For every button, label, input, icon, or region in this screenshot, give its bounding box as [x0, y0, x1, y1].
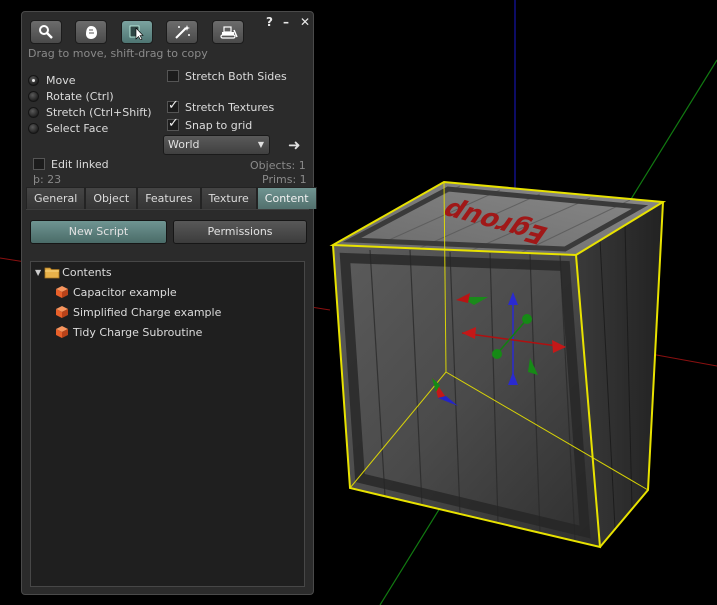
folder-icon	[44, 267, 60, 278]
radio-dot	[28, 90, 39, 102]
chevron-down-icon: ▼	[257, 140, 264, 149]
close-icon[interactable]: ✕	[300, 15, 310, 29]
mode-rotate-radio[interactable]: Rotate (Ctrl)	[28, 89, 114, 103]
item-label: Capacitor example	[73, 285, 177, 299]
land-impact: þ: 23	[33, 173, 62, 186]
grab-hand-icon	[86, 26, 97, 39]
object-cube-icon	[56, 326, 68, 338]
pointer-arrow-icon	[129, 25, 144, 40]
snap-to-grid-checkbox[interactable]: Snap to grid	[167, 116, 253, 132]
objects-count: Objects: 1	[250, 159, 306, 172]
tool-hint: Drag to move, shift-drag to copy	[28, 47, 208, 60]
bulldozer-icon	[220, 26, 238, 39]
tab-object[interactable]: Object	[85, 187, 138, 209]
crate-object[interactable]: Egroup	[329, 180, 667, 549]
list-item[interactable]: Tidy Charge Subroutine	[55, 324, 202, 340]
checkbox-box	[33, 158, 45, 170]
tab-features[interactable]: Features	[137, 187, 201, 209]
prims-count: Prims: 1	[262, 173, 307, 186]
radio-dot	[28, 122, 39, 134]
contents-folder-label: Contents	[62, 265, 112, 279]
grid-mode-dropdown[interactable]: World ▼	[163, 135, 270, 155]
mode-stretch-radio[interactable]: Stretch (Ctrl+Shift)	[28, 105, 152, 119]
land-tool-button[interactable]	[212, 20, 244, 44]
tab-texture[interactable]: Texture	[200, 187, 257, 209]
edit-linked-label: Edit linked	[51, 157, 109, 171]
focus-tool-button[interactable]	[30, 20, 62, 44]
mode-move-label: Move	[46, 73, 76, 87]
stretch-textures-checkbox[interactable]: Stretch Textures	[167, 98, 275, 114]
object-cube-icon	[56, 306, 68, 318]
contents-folder[interactable]: ▼ Contents	[35, 264, 112, 280]
checkbox-box	[167, 116, 179, 131]
new-script-button[interactable]: New Script	[30, 220, 167, 244]
mode-rotate-label: Rotate (Ctrl)	[46, 89, 114, 103]
mode-stretch-label: Stretch (Ctrl+Shift)	[46, 105, 152, 119]
stretch-both-sides-checkbox[interactable]: Stretch Both Sides	[167, 69, 287, 83]
list-item[interactable]: Capacitor example	[55, 284, 177, 300]
stretch-both-sides-label: Stretch Both Sides	[185, 69, 287, 83]
mode-select-face-radio[interactable]: Select Face	[28, 121, 108, 135]
list-item[interactable]: Simplified Charge example	[55, 304, 221, 320]
magnifier-icon	[39, 25, 53, 39]
checkbox-box	[167, 70, 179, 82]
minimize-icon[interactable]: –	[283, 15, 289, 29]
tab-general[interactable]: General	[26, 187, 86, 209]
permissions-button[interactable]: Permissions	[173, 220, 307, 244]
item-label: Tidy Charge Subroutine	[73, 325, 203, 339]
build-floater: ? – ✕ Drag to move, shift-drag to copy M…	[21, 11, 317, 595]
mode-move-radio[interactable]: Move	[28, 73, 76, 87]
expand-triangle-icon[interactable]: ▼	[35, 268, 41, 277]
edit-tool-button[interactable]	[121, 20, 153, 44]
grid-mode-value: World	[168, 138, 200, 151]
edit-linked-checkbox[interactable]: Edit linked	[33, 157, 109, 171]
radio-dot	[28, 106, 39, 118]
contents-inventory-tree[interactable]: ▼ Contents Capacitor example Simplified …	[30, 261, 305, 587]
build-tabs: General Object Features Texture Content	[26, 187, 317, 210]
snap-to-grid-label: Snap to grid	[185, 118, 253, 132]
checkbox-box	[167, 98, 179, 113]
radio-dot	[28, 74, 39, 86]
magic-wand-icon	[175, 25, 190, 39]
mode-select-face-label: Select Face	[46, 121, 109, 135]
object-cube-icon	[56, 286, 68, 298]
grid-options-arrow-icon[interactable]: ➜	[288, 136, 301, 154]
help-icon[interactable]: ?	[266, 15, 273, 29]
move-tool-button[interactable]	[75, 20, 107, 44]
create-tool-button[interactable]	[166, 20, 198, 44]
stretch-textures-label: Stretch Textures	[185, 100, 275, 114]
tab-content[interactable]: Content	[256, 187, 317, 209]
item-label: Simplified Charge example	[73, 305, 222, 319]
